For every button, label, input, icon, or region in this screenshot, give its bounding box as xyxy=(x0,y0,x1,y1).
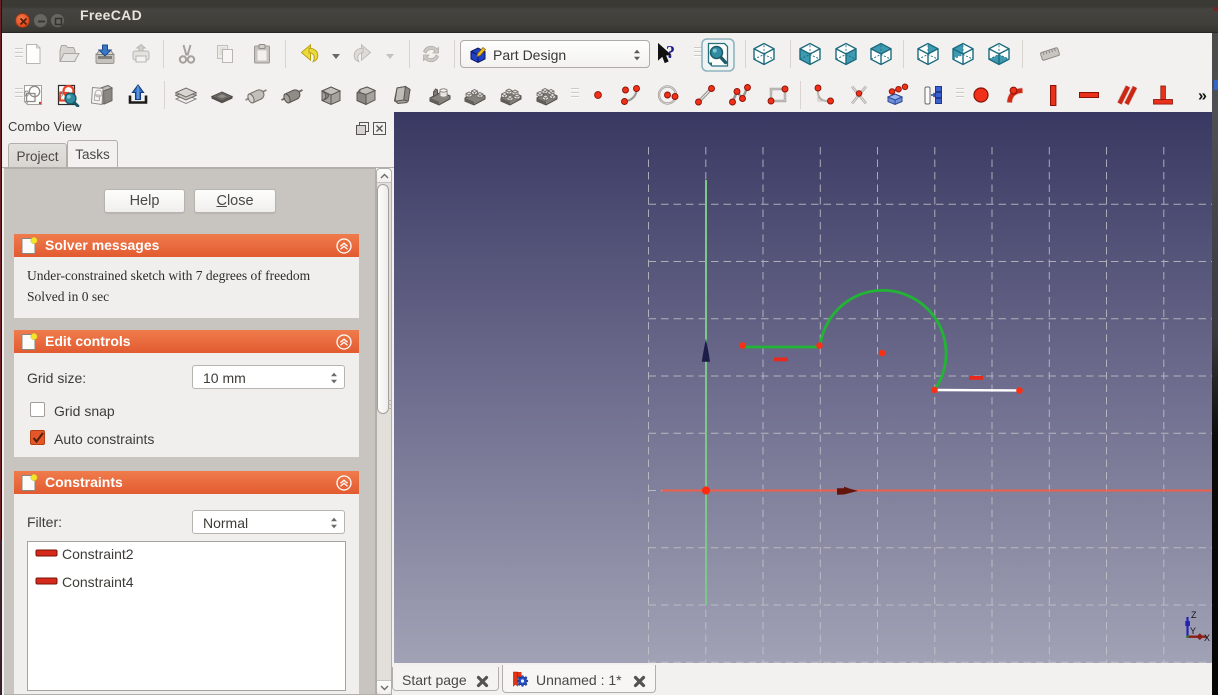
svg-text:»: » xyxy=(1198,88,1207,105)
svg-text:X: X xyxy=(1204,633,1210,643)
svg-text:Z: Z xyxy=(1191,610,1197,620)
svg-text:Y: Y xyxy=(1190,626,1196,636)
